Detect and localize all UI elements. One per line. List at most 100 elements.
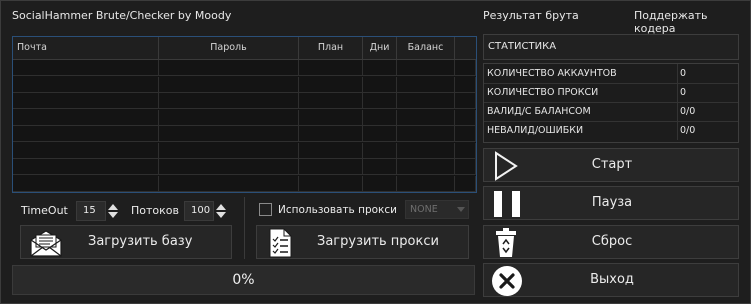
app-window: SocialHammer Brute/Checker by Moody Резу… <box>0 0 751 304</box>
table-cell <box>455 175 476 192</box>
column-plan[interactable]: План <box>299 37 363 59</box>
stat-value: 0 <box>680 68 687 79</box>
stat-row: КОЛИЧЕСТВО АККАУНТОВ 0 <box>484 64 738 84</box>
table-row[interactable] <box>13 60 476 76</box>
table-cell <box>397 159 455 175</box>
stat-row: КОЛИЧЕСТВО ПРОКСИ 0 <box>484 83 738 103</box>
table-cell <box>455 60 476 76</box>
table-cell <box>397 76 455 93</box>
table-cell <box>455 109 476 126</box>
table-cell <box>159 142 299 159</box>
table-cell <box>363 109 397 126</box>
stepper-down-icon[interactable] <box>216 212 226 218</box>
table-cell <box>159 93 299 109</box>
results-table[interactable]: Почта Пароль План Дни Баланс <box>12 36 477 193</box>
column-balance[interactable]: Баланс <box>397 37 455 59</box>
table-cell <box>397 93 455 109</box>
table-cell <box>363 126 397 142</box>
table-cell <box>397 109 455 126</box>
stat-name: КОЛИЧЕСТВО ПРОКСИ <box>487 83 678 102</box>
table-row[interactable] <box>13 142 476 159</box>
column-password[interactable]: Пароль <box>159 37 299 59</box>
reset-button[interactable]: Сброс <box>483 225 739 259</box>
load-proxy-button[interactable]: Загрузить прокси <box>256 225 469 259</box>
stat-value: 0 <box>680 87 687 98</box>
pause-label: Пауза <box>591 195 633 210</box>
start-label: Старт <box>591 157 633 172</box>
table-row[interactable] <box>13 175 476 192</box>
proxy-type-select[interactable]: NONE <box>405 200 469 219</box>
stepper-down-icon[interactable] <box>108 212 118 218</box>
threads-stepper[interactable] <box>215 201 227 221</box>
table-cell <box>159 175 299 192</box>
timeout-field[interactable]: 15 <box>76 201 106 221</box>
column-days[interactable]: Дни <box>363 37 397 59</box>
stepper-up-icon[interactable] <box>216 204 226 210</box>
use-proxy-checkbox[interactable] <box>259 203 272 216</box>
table-cell <box>363 76 397 93</box>
document-list-icon <box>269 228 292 258</box>
threads-field[interactable]: 100 <box>184 201 214 221</box>
table-cell <box>397 142 455 159</box>
exit-button[interactable]: Выход <box>483 263 739 297</box>
table-cell <box>13 60 159 76</box>
table-row[interactable] <box>13 93 476 109</box>
stat-name: ВАЛИД/С БАЛАНСОМ <box>487 102 678 121</box>
table-cell <box>455 159 476 175</box>
stats-panel: КОЛИЧЕСТВО АККАУНТОВ 0 КОЛИЧЕСТВО ПРОКСИ… <box>483 63 739 143</box>
stat-row: ВАЛИД/С БАЛАНСОМ 0/0 <box>484 102 738 122</box>
table-row[interactable] <box>13 76 476 93</box>
table-row[interactable] <box>13 126 476 142</box>
table-cell <box>299 76 363 93</box>
table-cell <box>397 175 455 192</box>
divider <box>244 197 245 259</box>
table-cell <box>363 159 397 175</box>
timeout-stepper[interactable] <box>107 201 119 221</box>
table-cell <box>455 142 476 159</box>
column-extra[interactable] <box>455 37 476 59</box>
table-cell <box>13 142 159 159</box>
progress-text: 0% <box>232 272 255 288</box>
table-cell <box>13 126 159 142</box>
proxy-type-value: NONE <box>410 204 438 215</box>
column-email[interactable]: Почта <box>13 37 159 59</box>
table-cell <box>299 175 363 192</box>
table-cell <box>299 60 363 76</box>
results-link[interactable]: Результат брута <box>483 9 579 22</box>
support-link[interactable]: Поддержать кодера <box>634 9 750 35</box>
timeout-label: TimeOut <box>21 204 68 217</box>
table-cell <box>13 159 159 175</box>
table-cell <box>299 126 363 142</box>
start-button[interactable]: Старт <box>483 148 739 182</box>
app-title: SocialHammer Brute/Checker by Moody <box>12 9 232 22</box>
table-cell <box>363 60 397 76</box>
table-row[interactable] <box>13 109 476 126</box>
stat-value: 0/0 <box>680 106 696 117</box>
table-cell <box>363 142 397 159</box>
table-row[interactable] <box>13 159 476 175</box>
stats-header: СТАТИСТИКА <box>483 34 739 60</box>
pause-button[interactable]: Пауза <box>483 186 739 220</box>
load-proxy-label: Загрузить прокси <box>317 234 439 249</box>
table-cell <box>363 93 397 109</box>
stat-name: КОЛИЧЕСТВО АККАУНТОВ <box>487 64 678 83</box>
reset-label: Сброс <box>591 234 633 249</box>
table-cell <box>159 109 299 126</box>
table-cell <box>159 126 299 142</box>
table-cell <box>13 109 159 126</box>
table-cell <box>455 76 476 93</box>
stepper-up-icon[interactable] <box>108 204 118 210</box>
use-proxy-label: Использовать прокси <box>278 204 397 216</box>
table-header: Почта Пароль План Дни Баланс <box>13 37 476 60</box>
stat-row: НЕВАЛИД/ОШИБКИ 0/0 <box>484 121 738 141</box>
exit-label: Выход <box>590 272 634 287</box>
table-cell <box>299 93 363 109</box>
stat-name: НЕВАЛИД/ОШИБКИ <box>487 121 678 140</box>
load-base-button[interactable]: Загрузить базу <box>20 225 232 259</box>
table-cell <box>455 126 476 142</box>
table-cell <box>397 126 455 142</box>
table-cell <box>13 175 159 192</box>
chevron-down-icon <box>457 207 465 212</box>
table-cell <box>299 142 363 159</box>
table-cell <box>363 175 397 192</box>
